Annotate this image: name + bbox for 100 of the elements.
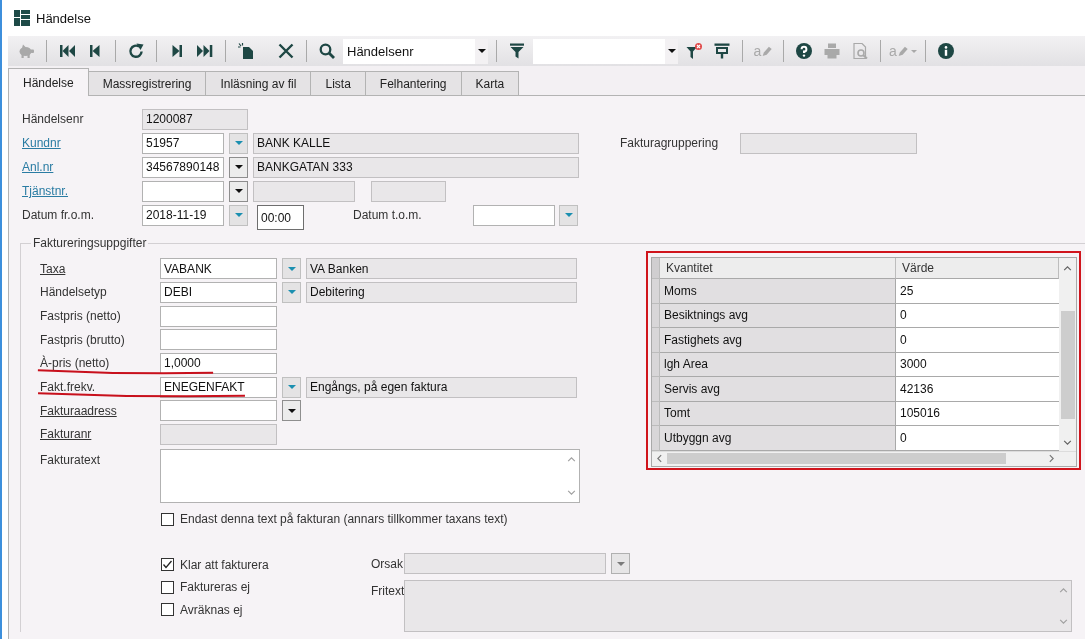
text-field[interactable] [142,180,224,202]
field-link[interactable]: Kundnr [22,136,142,150]
scrollbar-thumb[interactable] [1060,311,1075,419]
field-label: Datum t.o.m. [353,208,423,222]
checkbox[interactable] [161,603,174,616]
text-field[interactable]: VABANK [160,258,277,280]
skip-first-icon [59,43,75,59]
field-label: Fastpris (brutto) [40,332,126,347]
chevron-left-icon [657,454,662,463]
tab[interactable]: Karta [460,71,520,95]
table-cell: 0 [896,426,1059,451]
window-title: Händelse [36,10,91,26]
pencil-icon [897,45,908,57]
field-label: Fakt.frekv. [40,380,97,395]
field-link[interactable]: Taxa [40,261,160,276]
table-cell: Fastighets avg [660,328,896,353]
printer-icon [824,43,840,59]
text-area[interactable] [160,449,580,504]
column-header[interactable]: Värde [896,258,1059,279]
table-cell: Tomt [660,401,896,426]
tab[interactable]: Felhantering [364,71,462,95]
caret-down-icon [616,561,625,566]
checkbox[interactable] [161,512,174,526]
chevron-up-icon [1058,588,1068,594]
time-field[interactable]: 00:00 [257,205,304,230]
text-field[interactable] [740,132,917,154]
text-field[interactable] [160,305,277,327]
field-link[interactable]: Tjänstnr. [22,184,142,198]
table-cell: Besiktnings avg [660,303,896,328]
table-cell: 0 [896,303,1059,328]
group-title: Faktureringsuppgifter [32,236,148,250]
table-cell: 0 [896,328,1059,353]
skip-last-icon [197,43,213,59]
field-link[interactable]: Fakturaadress [40,403,160,418]
checkbox[interactable] [161,558,174,571]
caret-down-icon [234,213,243,217]
description-field: VA Banken [306,258,577,280]
table-cell: 42136 [896,377,1059,402]
dropdown-button[interactable] [229,180,248,202]
field-label: Fakturatext [40,452,102,468]
new-document-icon [238,43,254,59]
caret-down-icon [287,408,296,413]
field-link[interactable]: Anl.nr [22,160,142,174]
text-field[interactable] [160,400,277,422]
text-field[interactable]: ENEGENFAKT [160,376,277,398]
caret-down-icon [287,385,296,390]
caret-down-icon [910,49,917,53]
text-field[interactable]: 34567890148 [142,156,224,178]
filter-icon [509,43,525,59]
caret-down-icon [287,266,296,271]
chevron-right-icon [1049,454,1054,463]
text-field[interactable]: 1200087 [142,108,248,130]
filter-clear-icon [686,43,702,59]
pin-icon [714,43,730,59]
field-link[interactable]: Fakturanr [40,427,160,442]
dropdown-button[interactable] [229,156,248,178]
checkbox-label[interactable]: Faktureras ej [180,580,251,594]
combo-box[interactable]: Händelsenr [343,38,488,64]
tab[interactable]: Händelse [8,68,89,96]
date-field[interactable] [473,204,555,226]
caret-down-icon [287,290,296,295]
piggy-bank-icon [18,43,34,59]
column-header[interactable]: Kvantitet [660,258,896,279]
checkbox-label[interactable]: Endast denna text på fakturan (annars tillkommer taxans text) [180,512,508,527]
date-field[interactable]: 2018-11-19 [142,204,224,226]
checkbox[interactable] [161,580,174,594]
caret-down-icon [564,213,573,217]
scrollbar-thumb[interactable] [667,453,1007,464]
field-label: Fastpris (netto) [40,309,122,324]
checkbox-label[interactable]: Avräknas ej [180,602,243,617]
field-label: Händelsenr [22,112,85,126]
caret-down-icon [477,49,486,53]
text-field[interactable]: 51957 [142,132,224,154]
table-cell: Utbyggn avg [660,426,896,451]
caret-down-icon [234,189,243,193]
info-icon [937,43,954,59]
field-label: Fakturagruppering [620,136,720,150]
text-field[interactable]: 1,0000 [160,352,277,374]
caret-down-icon [234,141,243,145]
chevron-up-icon [566,457,576,463]
step-back-icon [87,43,103,59]
dropdown-button[interactable] [282,400,301,422]
tab[interactable]: Massregistrering [87,71,207,95]
tab[interactable]: Inläsning av fil [205,71,312,95]
table-cell: 3000 [896,352,1059,377]
tiles-icon [14,10,30,26]
field-label: Fritext [371,583,404,599]
table-cell: 105016 [896,401,1059,426]
help-icon [796,43,812,59]
description-field: BANK KALLE [253,132,579,154]
tab[interactable]: Lista [310,71,366,95]
caret-down-icon [234,165,243,169]
caret-down-icon [667,49,676,53]
text-field[interactable] [160,423,277,445]
checkbox-label[interactable]: Klar att fakturera [180,557,269,572]
table-cell: 25 [896,279,1059,304]
text-field[interactable] [160,329,277,351]
table-cell: Moms [660,279,896,304]
field-label: Orsak [371,556,404,571]
text-field[interactable]: DEBI [160,282,277,303]
